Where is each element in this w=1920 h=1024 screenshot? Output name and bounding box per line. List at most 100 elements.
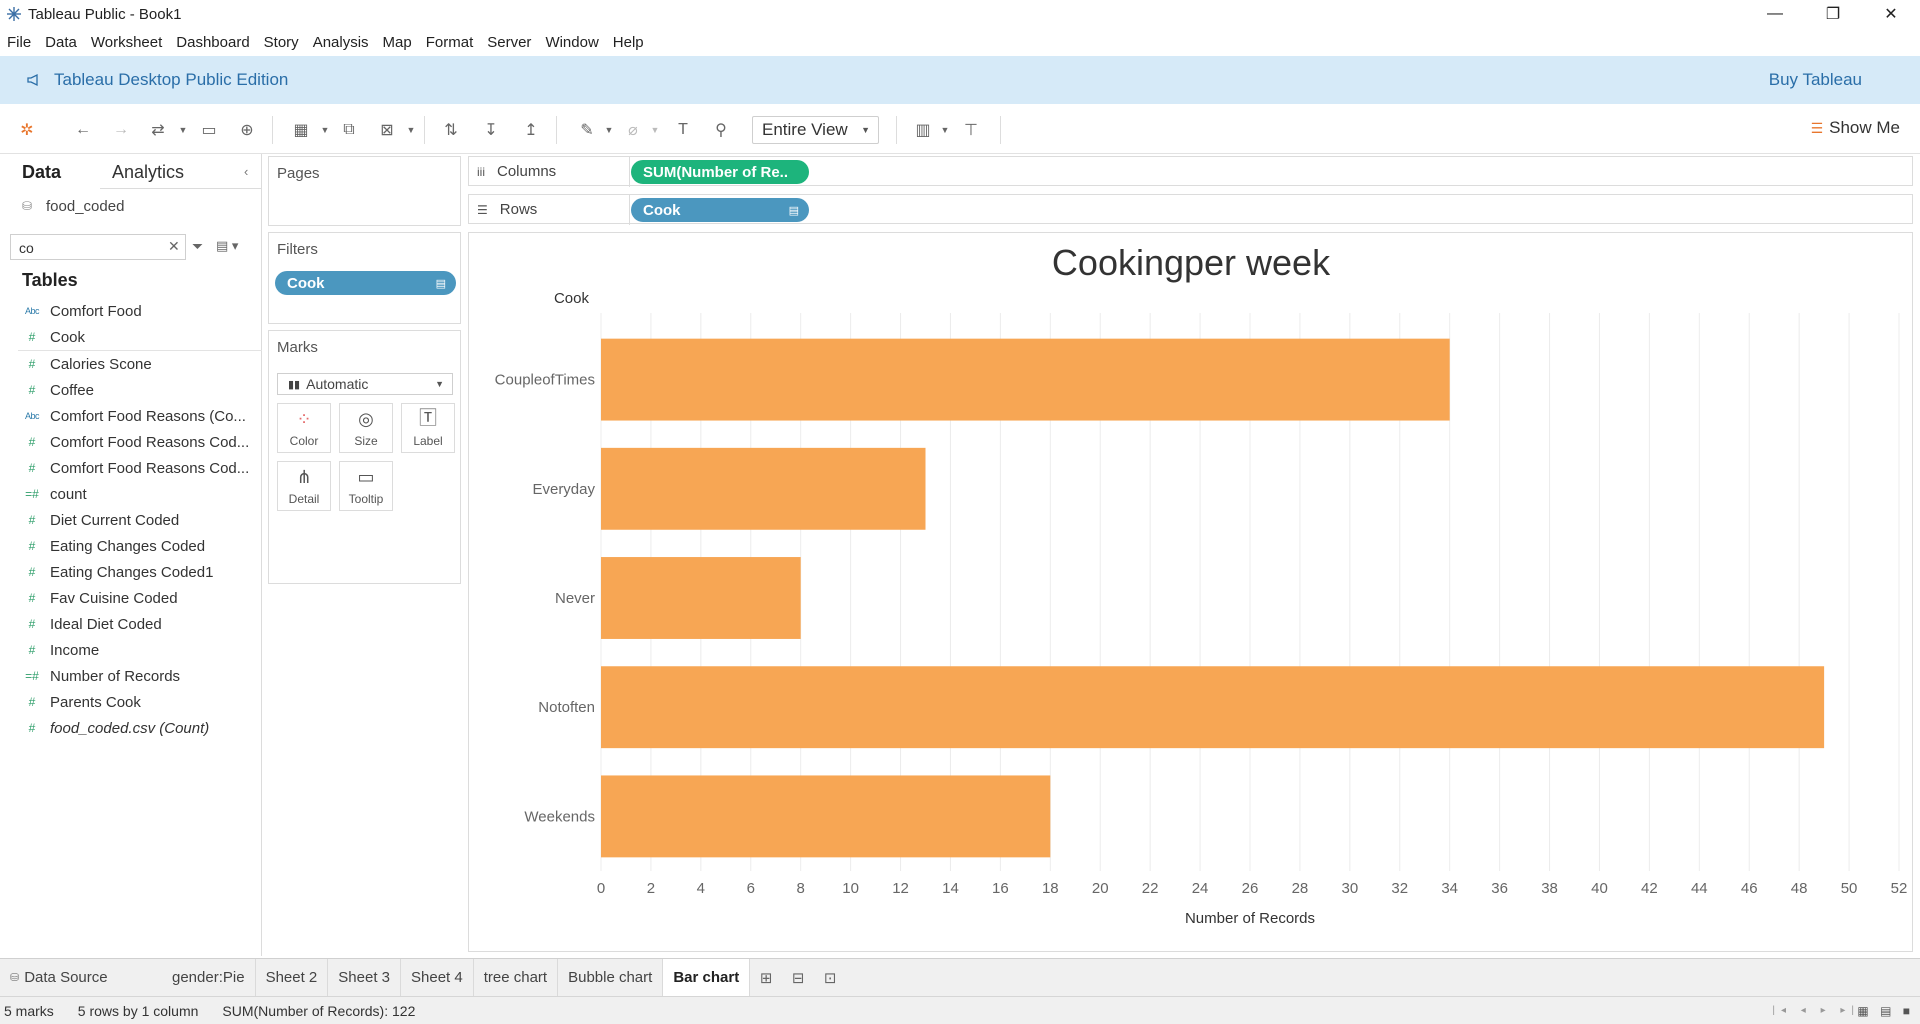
field-item[interactable]: # Diet Current Coded xyxy=(0,507,262,533)
mark-type-select[interactable]: ▮▮ Automatic ▼ xyxy=(277,373,453,395)
field-item[interactable]: # Ideal Diet Coded xyxy=(0,611,262,637)
field-item[interactable]: =# count xyxy=(0,481,262,507)
tooltip-button[interactable]: ▭ Tooltip xyxy=(339,461,393,511)
fix-axes-icon[interactable]: ⚲ xyxy=(710,119,732,141)
field-item[interactable]: # Comfort Food Reasons Cod... xyxy=(0,429,262,455)
tab-data-source[interactable]: ⛁ Data Source xyxy=(0,959,162,997)
sheet-view-icons[interactable]: ▦ ▤ ■ xyxy=(1857,1004,1914,1018)
restore-button[interactable]: ❐ xyxy=(1804,0,1862,28)
columns-pill[interactable]: SUM(Number of Re.. xyxy=(631,160,809,184)
color-button[interactable]: ⁘ Color xyxy=(277,403,331,453)
tab-bar-chart[interactable]: Bar chart xyxy=(663,958,751,997)
presentation-mode-icon[interactable]: ⊤ xyxy=(960,119,982,141)
collapse-pane-icon[interactable]: ‹ xyxy=(244,164,248,179)
replay-dropdown-icon[interactable]: ▼ xyxy=(178,119,188,141)
group-dropdown-icon[interactable]: ▼ xyxy=(650,119,660,141)
field-item[interactable]: # Parents Cook xyxy=(0,689,262,715)
tab-data[interactable]: Data xyxy=(22,162,61,183)
field-item[interactable]: Abc Comfort Food Reasons (Co... xyxy=(0,403,262,429)
new-worksheet-icon[interactable]: ▦ xyxy=(290,119,312,141)
field-item[interactable]: # Coffee xyxy=(0,377,262,403)
menu-story[interactable]: Story xyxy=(257,34,306,51)
field-item[interactable]: =# Number of Records xyxy=(0,663,262,689)
rows-label: Rows xyxy=(499,201,538,218)
columns-shelf[interactable]: iii Columns SUM(Number of Re.. xyxy=(468,156,1913,187)
undo-icon[interactable]: ← xyxy=(72,119,94,141)
save-icon[interactable]: ▭ xyxy=(198,119,220,141)
new-story-icon[interactable]: ⊡ xyxy=(814,959,846,997)
menu-worksheet[interactable]: Worksheet xyxy=(84,34,169,51)
clear-sheet-icon[interactable]: ⊠ xyxy=(376,119,398,141)
tableau-start-icon[interactable]: ✲ xyxy=(16,119,38,141)
close-button[interactable]: ✕ xyxy=(1862,0,1920,28)
detail-button[interactable]: ⋔ Detail xyxy=(277,461,331,511)
sort-descending-icon[interactable]: ↥ xyxy=(520,119,542,141)
tab-sheet-3[interactable]: Sheet 3 xyxy=(328,958,401,997)
tab-tree-chart[interactable]: tree chart xyxy=(474,958,559,997)
x-axis-label: Number of Records xyxy=(1185,910,1315,927)
size-button[interactable]: ◎ Size xyxy=(339,403,393,453)
new-datasource-icon[interactable]: ⊕ xyxy=(236,119,258,141)
replay-icon[interactable]: ⇄ xyxy=(147,119,169,141)
tab-analytics[interactable]: Analytics xyxy=(112,162,184,183)
tab-gender-pie[interactable]: gender:Pie xyxy=(162,958,256,997)
new-worksheet-dropdown-icon[interactable]: ▼ xyxy=(320,119,330,141)
swap-rows-columns-icon[interactable]: ⇅ xyxy=(440,119,462,141)
new-dashboard-icon[interactable]: ⊟ xyxy=(782,959,814,997)
buy-tableau-link[interactable]: Buy Tableau xyxy=(1769,70,1862,90)
show-cards-dropdown-icon[interactable]: ▼ xyxy=(940,119,950,141)
field-item[interactable]: # Calories Scone xyxy=(0,351,262,377)
field-item[interactable]: # Comfort Food Reasons Cod... xyxy=(0,455,262,481)
field-item[interactable]: # Eating Changes Coded1 xyxy=(0,559,262,585)
menu-data[interactable]: Data xyxy=(38,34,84,51)
datasource-item[interactable]: ⛁ food_coded xyxy=(22,198,124,215)
field-item[interactable]: # food_coded.csv (Count) xyxy=(0,715,262,741)
highlight-dropdown-icon[interactable]: ▼ xyxy=(604,119,614,141)
data-pane: Data Analytics ‹ ⛁ food_coded co ✕ ⏷ ▤ ▾… xyxy=(0,154,262,956)
x-tick-label: 44 xyxy=(1691,880,1708,897)
tab-sheet-2[interactable]: Sheet 2 xyxy=(256,958,329,997)
label-button[interactable]: 🅃 Label xyxy=(401,403,455,453)
fit-mode-select[interactable]: Entire View ▼ xyxy=(752,116,879,144)
tab-bubble-chart[interactable]: Bubble chart xyxy=(558,958,664,997)
field-item[interactable]: Abc Comfort Food xyxy=(0,298,262,324)
menu-help[interactable]: Help xyxy=(606,34,651,51)
clear-sheet-dropdown-icon[interactable]: ▼ xyxy=(406,119,416,141)
menu-window[interactable]: Window xyxy=(538,34,605,51)
menu-server[interactable]: Server xyxy=(480,34,538,51)
menu-format[interactable]: Format xyxy=(419,34,481,51)
filters-card[interactable]: Filters Cook ▤ xyxy=(268,232,461,324)
menu-file[interactable]: File xyxy=(0,34,38,51)
menu-map[interactable]: Map xyxy=(376,34,419,51)
rows-shelf[interactable]: ☰ Rows Cook ▤ xyxy=(468,194,1913,225)
rows-pill[interactable]: Cook ▤ xyxy=(631,198,809,222)
tab-sheet-4[interactable]: Sheet 4 xyxy=(401,958,474,997)
filter-icon[interactable]: ⏷ xyxy=(192,238,203,255)
menu-dashboard[interactable]: Dashboard xyxy=(169,34,256,51)
field-item[interactable]: # Eating Changes Coded xyxy=(0,533,262,559)
view-options-icon[interactable]: ▤ ▾ xyxy=(216,238,238,254)
clear-search-icon[interactable]: ✕ xyxy=(168,238,180,255)
redo-icon[interactable]: → xyxy=(110,119,132,141)
sheet-nav-icons[interactable]: |◂ ◂ ▸ ▸| xyxy=(1772,1005,1860,1016)
menu-analysis[interactable]: Analysis xyxy=(306,34,376,51)
columns-label: Columns xyxy=(497,163,557,180)
filter-pill-cook[interactable]: Cook ▤ xyxy=(275,271,456,295)
highlight-icon[interactable]: ✎ xyxy=(576,119,598,141)
minimize-button[interactable]: — xyxy=(1746,0,1804,28)
group-members-icon[interactable]: ⌀ xyxy=(622,119,644,141)
field-item[interactable]: # Cook xyxy=(0,324,262,350)
show-mark-labels-icon[interactable]: T xyxy=(672,119,694,141)
category-label: Notoften xyxy=(538,699,595,716)
new-worksheet-icon[interactable]: ⊞ xyxy=(750,959,782,997)
duplicate-sheet-icon[interactable]: ⧉ xyxy=(338,119,360,141)
pages-card[interactable]: Pages xyxy=(268,156,461,226)
field-item[interactable]: # Fav Cuisine Coded xyxy=(0,585,262,611)
chart-view: Cookingper week Cook 0 2 4 6 8 10 12 14 16 18 20 22 24… xyxy=(468,232,1913,952)
x-tick-label: 2 xyxy=(647,880,655,897)
show-cards-icon[interactable]: ▥ xyxy=(912,119,934,141)
field-item[interactable]: # Income xyxy=(0,637,262,663)
field-search-input[interactable]: co xyxy=(10,234,186,260)
sort-ascending-icon[interactable]: ↧ xyxy=(480,119,502,141)
show-me-button[interactable]: ☰ Show Me xyxy=(1811,118,1900,138)
